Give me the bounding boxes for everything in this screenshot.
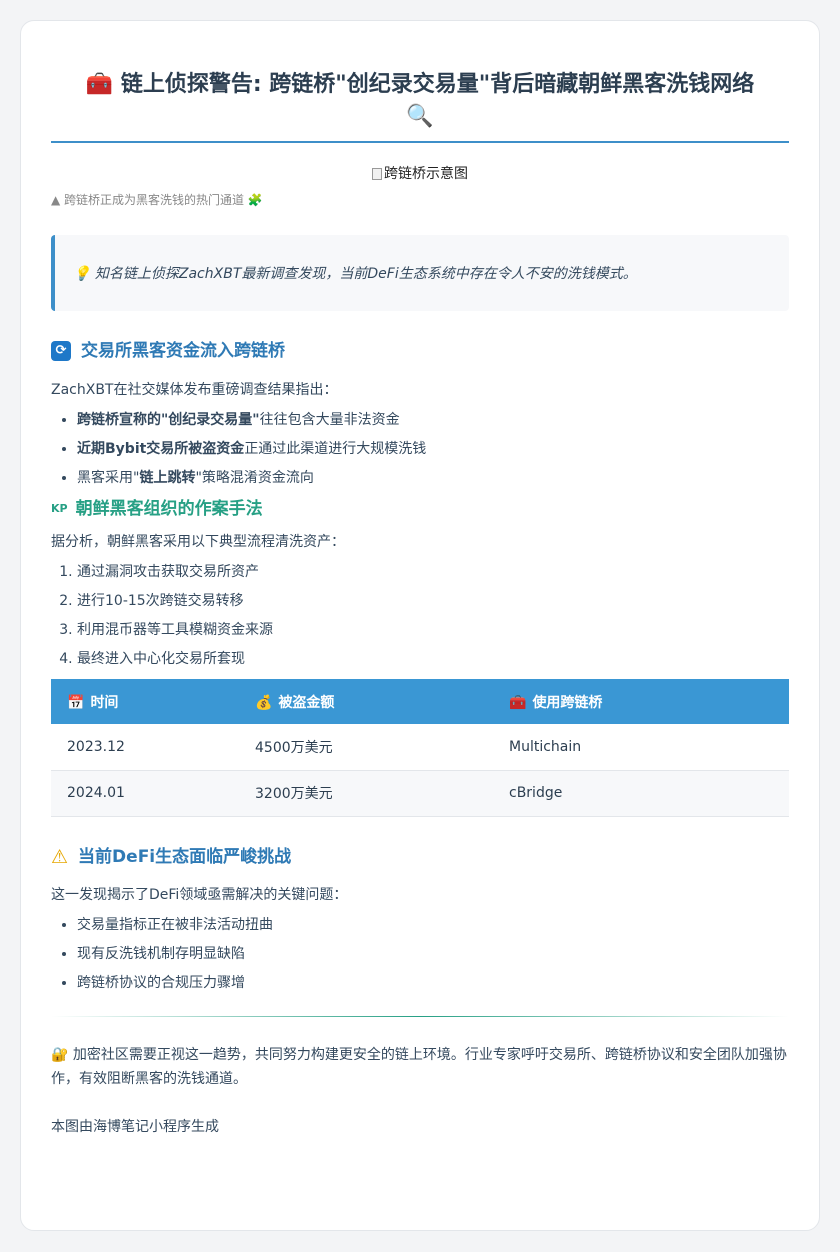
table-header-label: 被盗金额	[278, 694, 335, 711]
table-cell: Multichain	[493, 724, 789, 771]
list-item-text: 往往包含大量非法资金	[259, 412, 400, 428]
list-item-bold: 近期Bybit交易所被盗资金	[77, 441, 245, 457]
list-item-text: 正通过此渠道进行大规模洗钱	[244, 441, 427, 457]
warning-icon: ⚠	[51, 845, 69, 868]
title-divider	[51, 141, 789, 143]
section-heading-2: KP 朝鲜黑客组织的作案手法	[51, 497, 789, 521]
section-heading-1: ⟳ 交易所黑客资金流入跨链桥	[51, 339, 789, 363]
table-header-label: 时间	[90, 694, 119, 711]
table-cell: 3200万美元	[239, 770, 493, 817]
table-row: 2023.12 4500万美元 Multichain	[51, 724, 789, 771]
list-item: 交易量指标正在被非法活动扭曲	[77, 915, 789, 935]
list-item: 黑客采用"链上跳转"策略混淆资金流向	[77, 468, 789, 488]
table-row: 2024.01 3200万美元 cBridge	[51, 770, 789, 817]
section-divider	[51, 1015, 789, 1017]
table-cell: 4500万美元	[239, 724, 493, 771]
section-heading-2-text: 朝鲜黑客组织的作案手法	[75, 499, 263, 519]
money-bag-icon: 💰	[255, 694, 273, 711]
table-cell: 2023.12	[51, 724, 239, 771]
calendar-icon: 📅	[67, 694, 85, 711]
list-item-text: 黑客采用"	[77, 470, 140, 486]
toolbox-icon: 🧰	[85, 72, 114, 97]
list-item: 通过漏洞攻击获取交易所资产	[77, 562, 789, 582]
list-item-bold: 跨链桥宣称的"创纪录交易量"	[77, 412, 260, 428]
footer-note: 本图由海博笔记小程序生成	[51, 1118, 219, 1135]
table-cell: 2024.01	[51, 770, 239, 817]
list-item-text: "策略混淆资金流向	[195, 470, 314, 486]
toolbox-icon: 🧰	[509, 694, 527, 711]
closing-paragraph: 🔐 加密社区需要正视这一趋势，共同努力构建更安全的链上环境。行业专家呼吁交易所、…	[51, 1046, 787, 1087]
callout-box: 💡 知名链上侦探ZachXBT最新调查发现，当前DeFi生态系统中存在令人不安的…	[51, 235, 789, 311]
list-item: 跨链桥宣称的"创纪录交易量"往往包含大量非法资金	[77, 410, 789, 430]
section1-list: 跨链桥宣称的"创纪录交易量"往往包含大量非法资金 近期Bybit交易所被盗资金正…	[51, 410, 789, 488]
section-heading-3-text: 当前DeFi生态面临严峻挑战	[78, 846, 292, 867]
table-cell: cBridge	[493, 770, 789, 817]
magnifier-icon: 🔍	[406, 104, 434, 129]
table-header-time: 📅 时间	[51, 679, 239, 724]
section1-intro: ZachXBT在社交媒体发布重磅调查结果指出：	[51, 382, 338, 398]
section2-intro: 据分析，朝鲜黑客采用以下典型流程清洗资产：	[51, 534, 345, 550]
table-header-row: 📅 时间 💰 被盗金额 🧰 使用跨链桥	[51, 679, 789, 724]
section3-list: 交易量指标正在被非法活动扭曲 现有反洗钱机制存明显缺陷 跨链桥协议的合规压力骤增	[51, 915, 789, 993]
section3-intro: 这一发现揭示了DeFi领域亟需解决的关键问题：	[51, 886, 348, 903]
refresh-icon: ⟳	[51, 341, 71, 361]
section-heading-1-text: 交易所黑客资金流入跨链桥	[81, 341, 285, 361]
broken-image-icon	[372, 168, 382, 180]
list-item: 近期Bybit交易所被盗资金正通过此渠道进行大规模洗钱	[77, 439, 789, 459]
list-item: 跨链桥协议的合规压力骤增	[77, 973, 789, 993]
theft-table: 📅 时间 💰 被盗金额 🧰 使用跨链桥 2023.12 4500万美元 Multich…	[51, 679, 789, 817]
page-title: 🧰 链上侦探警告: 跨链桥"创纪录交易量"背后暗藏朝鲜黑客洗钱网络 🔍	[51, 69, 789, 133]
table-header-amount: 💰 被盗金额	[239, 679, 493, 724]
list-item: 现有反洗钱机制存明显缺陷	[77, 944, 789, 964]
table-header-label: 使用跨链桥	[532, 694, 603, 711]
section2-steps: 通过漏洞攻击获取交易所资产 进行10-15次跨链交易转移 利用混币器等工具模糊资…	[51, 562, 789, 669]
article-card: 🧰 链上侦探警告: 跨链桥"创纪录交易量"背后暗藏朝鲜黑客洗钱网络 🔍 跨链桥示…	[20, 20, 820, 1231]
callout-text: 💡 知名链上侦探ZachXBT最新调查发现，当前DeFi生态系统中存在令人不安的…	[73, 266, 637, 282]
list-item-bold: 链上跳转	[139, 470, 196, 486]
table-header-bridge: 🧰 使用跨链桥	[493, 679, 789, 724]
page-title-text: 链上侦探警告: 跨链桥"创纪录交易量"背后暗藏朝鲜黑客洗钱网络	[120, 72, 755, 97]
hero-image-alt: 跨链桥示意图	[384, 166, 468, 182]
list-item: 利用混币器等工具模糊资金来源	[77, 620, 789, 640]
list-item: 进行10-15次跨链交易转移	[77, 591, 789, 611]
list-item: 最终进入中心化交易所套现	[77, 649, 789, 669]
kp-icon: KP	[51, 502, 68, 515]
hero-image: 跨链桥示意图	[51, 165, 789, 183]
section-heading-3: ⚠ 当前DeFi生态面临严峻挑战	[51, 845, 789, 869]
image-caption: ▲ 跨链桥正成为黑客洗钱的热门通道 🧩	[51, 193, 263, 207]
